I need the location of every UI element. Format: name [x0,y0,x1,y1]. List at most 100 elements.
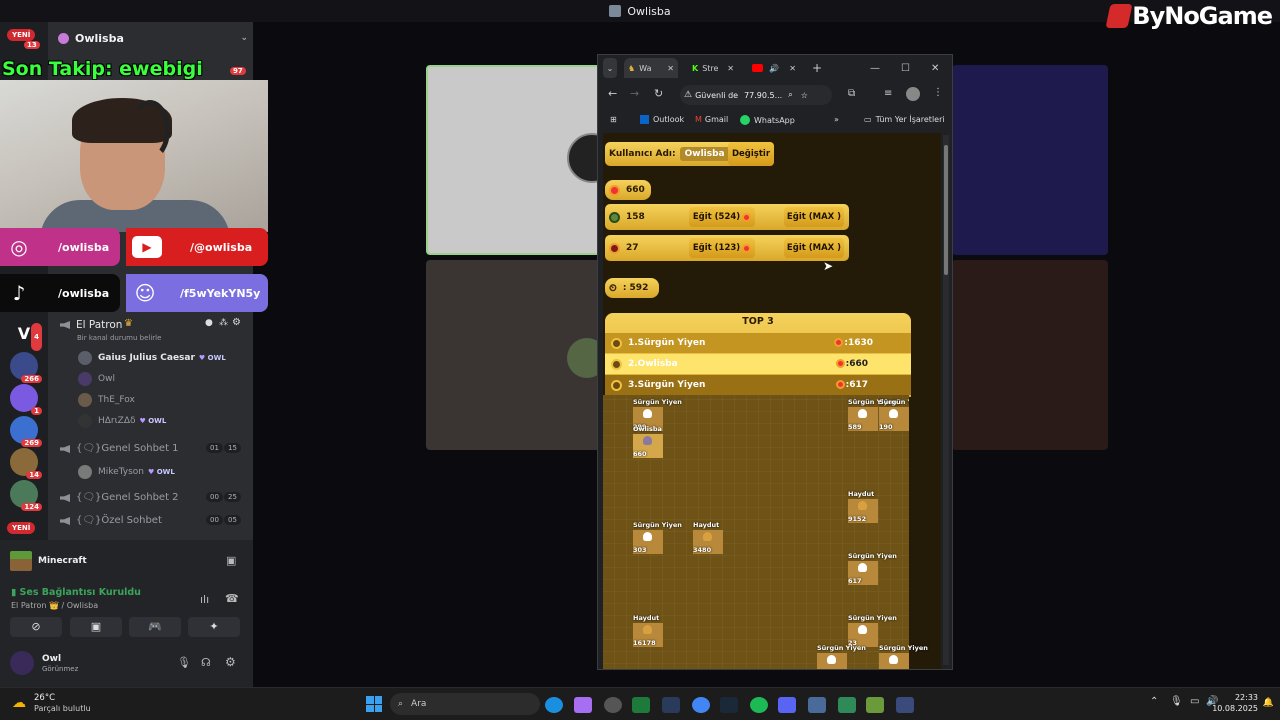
apps-icon[interactable]: ⊞ [610,115,617,124]
member-name[interactable]: Gaius Julius CaesarOWL [98,353,226,363]
address-bar[interactable]: ⚠ Güvenli de 77.90.5... ⌕ ☆ [680,85,832,105]
windows-start-icon[interactable] [366,696,382,712]
copilot-icon[interactable] [574,697,592,713]
voice-channel-el-patron[interactable]: El Patron ♛ ● ⁂ ⚙ [58,317,248,332]
bookmark-outlook[interactable]: Outlook [640,115,684,124]
avatar[interactable] [10,651,34,675]
extensions-icon[interactable]: ⧉ [848,88,855,99]
tab-stream[interactable]: K Stre ✕ [688,58,738,78]
tab-search-button[interactable]: ⌄ [603,58,617,78]
url-text[interactable]: 77.90.5... [744,91,782,100]
close-icon[interactable]: ✕ [727,64,734,73]
map-player[interactable]: Sürgün Yiyen 303 [633,521,682,554]
all-bookmarks[interactable]: ▭ Tüm Yer İşaretleri [864,115,945,124]
map-player[interactable]: Sürgün Yiyen [879,644,928,669]
audio-icon[interactable]: 🔊 [769,64,779,73]
train-max-button[interactable]: Eğit (MAX ) [784,238,844,258]
member-name[interactable]: Owl [98,374,115,384]
bookmark-gmail[interactable]: M Gmail [695,115,728,124]
close-icon[interactable]: ✕ [789,64,796,73]
server-3[interactable]: 1 [10,384,42,415]
activity-screen-icon[interactable]: ▣ [226,554,236,567]
map-bandit[interactable]: Haydut 3480 [693,521,723,554]
maximize-button[interactable]: ☐ [901,58,910,78]
new-tab-button[interactable]: + [810,58,824,78]
spotify-icon[interactable] [750,697,768,713]
weather-desc[interactable]: Parçalı bulutlu [34,704,91,713]
disconnect-icon[interactable]: ☎ [225,592,239,605]
map-player-self[interactable]: Owlisba 660 [633,425,663,458]
map-bandit[interactable]: Haydut 9152 [848,490,878,523]
activity-button[interactable]: 🎮 [129,617,181,637]
app-icon[interactable] [896,697,914,713]
mic-icon[interactable]: 🎙 [177,656,191,669]
media-icon[interactable]: ≡ [884,88,892,99]
reload-icon[interactable]: ↻ [654,87,663,100]
tray-chevron-icon[interactable]: ⌃ [1150,696,1158,707]
map-bandit[interactable]: Haydut 16178 [633,614,663,647]
app-icon[interactable] [808,697,826,713]
camera-off-button[interactable]: ⊘ [10,617,62,637]
voice-channel-genel-1[interactable]: {🗨}Genel Sohbet 1 01 15 [58,442,248,456]
member-name[interactable]: HΔrιZΔδOWL [98,416,166,426]
security-label[interactable]: Güvenli de [695,91,738,100]
weather-temp[interactable]: 26°C [34,693,55,703]
app-icon[interactable] [838,697,856,713]
screen-share-button[interactable]: ▣ [70,617,122,637]
scrollbar[interactable] [943,135,949,665]
voice-location[interactable]: El Patron 👑 / Owlisba [11,601,98,610]
map-player[interactable]: Sürgün Yiyen [817,644,866,669]
chrome-icon[interactable] [692,697,710,713]
discord-icon[interactable] [778,697,796,713]
voice-wave-icon[interactable]: ılı [200,593,209,606]
app-icon[interactable] [604,697,622,713]
invite-icon[interactable]: ⁂ [219,318,228,328]
more-bookmarks-icon[interactable]: » [834,115,839,124]
tab-youtube[interactable]: 🔊 ✕ [748,58,800,78]
server-4[interactable]: 269 [10,416,42,447]
voice-channel-genel-2[interactable]: {🗨}Genel Sohbet 2 00 25 [58,491,248,505]
forward-icon[interactable]: → [630,87,639,100]
tab-active[interactable]: ♞ Wa ✕ [624,58,678,78]
scrollbar-thumb[interactable] [944,145,948,275]
settings-icon[interactable]: ⚙ [225,655,236,669]
change-username-button[interactable]: Değiştir [728,142,774,166]
server-v[interactable]: V4 [10,320,42,351]
map-player[interactable]: Sürgün Yiyen 617 [848,552,897,585]
network-icon[interactable]: ▭ [1190,696,1199,707]
train-max-button[interactable]: Eğit (MAX ) [784,207,844,227]
mic-icon[interactable]: 🎙 [1170,696,1183,707]
server-5[interactable]: 14 [10,448,42,479]
close-window-button[interactable]: ✕ [931,58,939,78]
server-header[interactable]: Owlisba ⌄ [58,30,248,46]
train-button[interactable]: Eğit (524) [689,207,755,227]
clock[interactable]: 22:33 10.08.2025 [1212,692,1258,714]
member-mike[interactable]: MikeTysonOWL [78,465,248,479]
zoom-icon[interactable]: ⌕ [788,90,792,100]
headphones-icon[interactable]: ☊ [201,656,211,669]
edge-icon[interactable] [545,697,563,713]
server-6[interactable]: 124 [10,480,42,511]
chevron-down-icon[interactable]: ⌄ [240,33,248,43]
star-icon[interactable]: ☆ [801,91,808,100]
server-2[interactable]: 266 [10,352,42,383]
profile-icon[interactable] [906,87,920,101]
map-player[interactable]: Sürgün Yiyen190 [879,398,909,431]
minimize-button[interactable]: — [870,58,880,78]
notification-icon[interactable]: 🔔 [1263,698,1274,708]
steam-icon[interactable] [720,697,738,713]
bookmark-whatsapp[interactable]: WhatsApp [740,115,795,125]
member-name[interactable]: ThE_Fox [98,395,135,405]
close-icon[interactable]: ✕ [667,64,674,73]
back-icon[interactable]: ← [608,87,617,100]
taskbar-search[interactable]: ⌕ Ara [390,693,540,715]
gear-icon[interactable]: ⚙ [232,317,241,328]
chat-icon[interactable]: ● [205,318,213,328]
train-button[interactable]: Eğit (123) [689,238,755,258]
xbox-icon[interactable] [632,697,650,713]
soundboard-button[interactable]: ✦ [188,617,240,637]
menu-icon[interactable]: ⋮ [933,87,943,98]
map-player[interactable]: Sürgün Yiyen 23 [848,614,897,647]
app-icon[interactable] [662,697,680,713]
voice-channel-ozel[interactable]: {🗨}Özel Sohbet 00 05 [58,514,248,528]
